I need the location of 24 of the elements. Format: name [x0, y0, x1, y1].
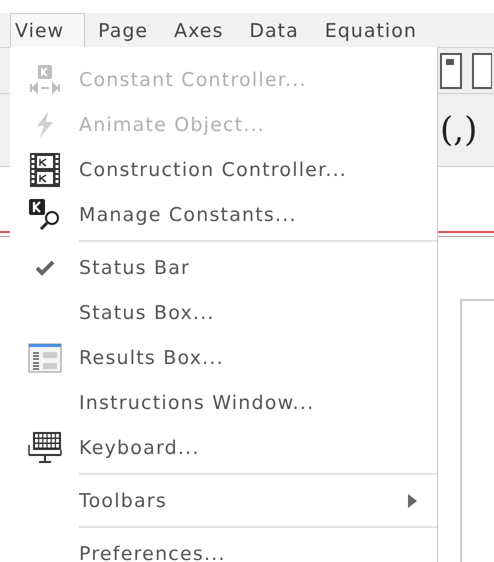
- menu-item[interactable]: Construction Controller...: [10, 147, 437, 192]
- lightning-icon: [34, 112, 54, 138]
- constant-search-icon: [28, 198, 62, 232]
- menu-item[interactable]: Status Box...: [10, 290, 437, 335]
- keyboard-monitor-icon: [28, 430, 62, 464]
- menu-item[interactable]: Instructions Window...: [10, 380, 437, 425]
- menu-title[interactable]: Data: [236, 13, 312, 48]
- constant-icon: [28, 64, 60, 94]
- menu-item[interactable]: Status Bar: [10, 245, 437, 290]
- menu-title[interactable]: Equation: [312, 13, 430, 48]
- toolbar-tool-icon[interactable]: [472, 52, 492, 88]
- menu-item[interactable]: Toolbars: [10, 478, 437, 523]
- submenu-arrow-icon: [408, 494, 417, 508]
- menu-title[interactable]: Page: [85, 13, 162, 48]
- menu-title[interactable]: View: [10, 13, 86, 48]
- menu-item[interactable]: Manage Constants...: [10, 192, 437, 237]
- menu-item[interactable]: Preferences...: [10, 531, 437, 562]
- point-symbol[interactable]: (,): [440, 110, 478, 150]
- film-strip-icon: [30, 152, 60, 186]
- menu-title[interactable]: Axes: [161, 13, 236, 48]
- toolbar-tool-icon[interactable]: [440, 52, 462, 88]
- menu-item[interactable]: Keyboard...: [10, 425, 437, 470]
- menu-item[interactable]: Results Box...: [10, 335, 437, 380]
- results-table-icon: [28, 342, 62, 372]
